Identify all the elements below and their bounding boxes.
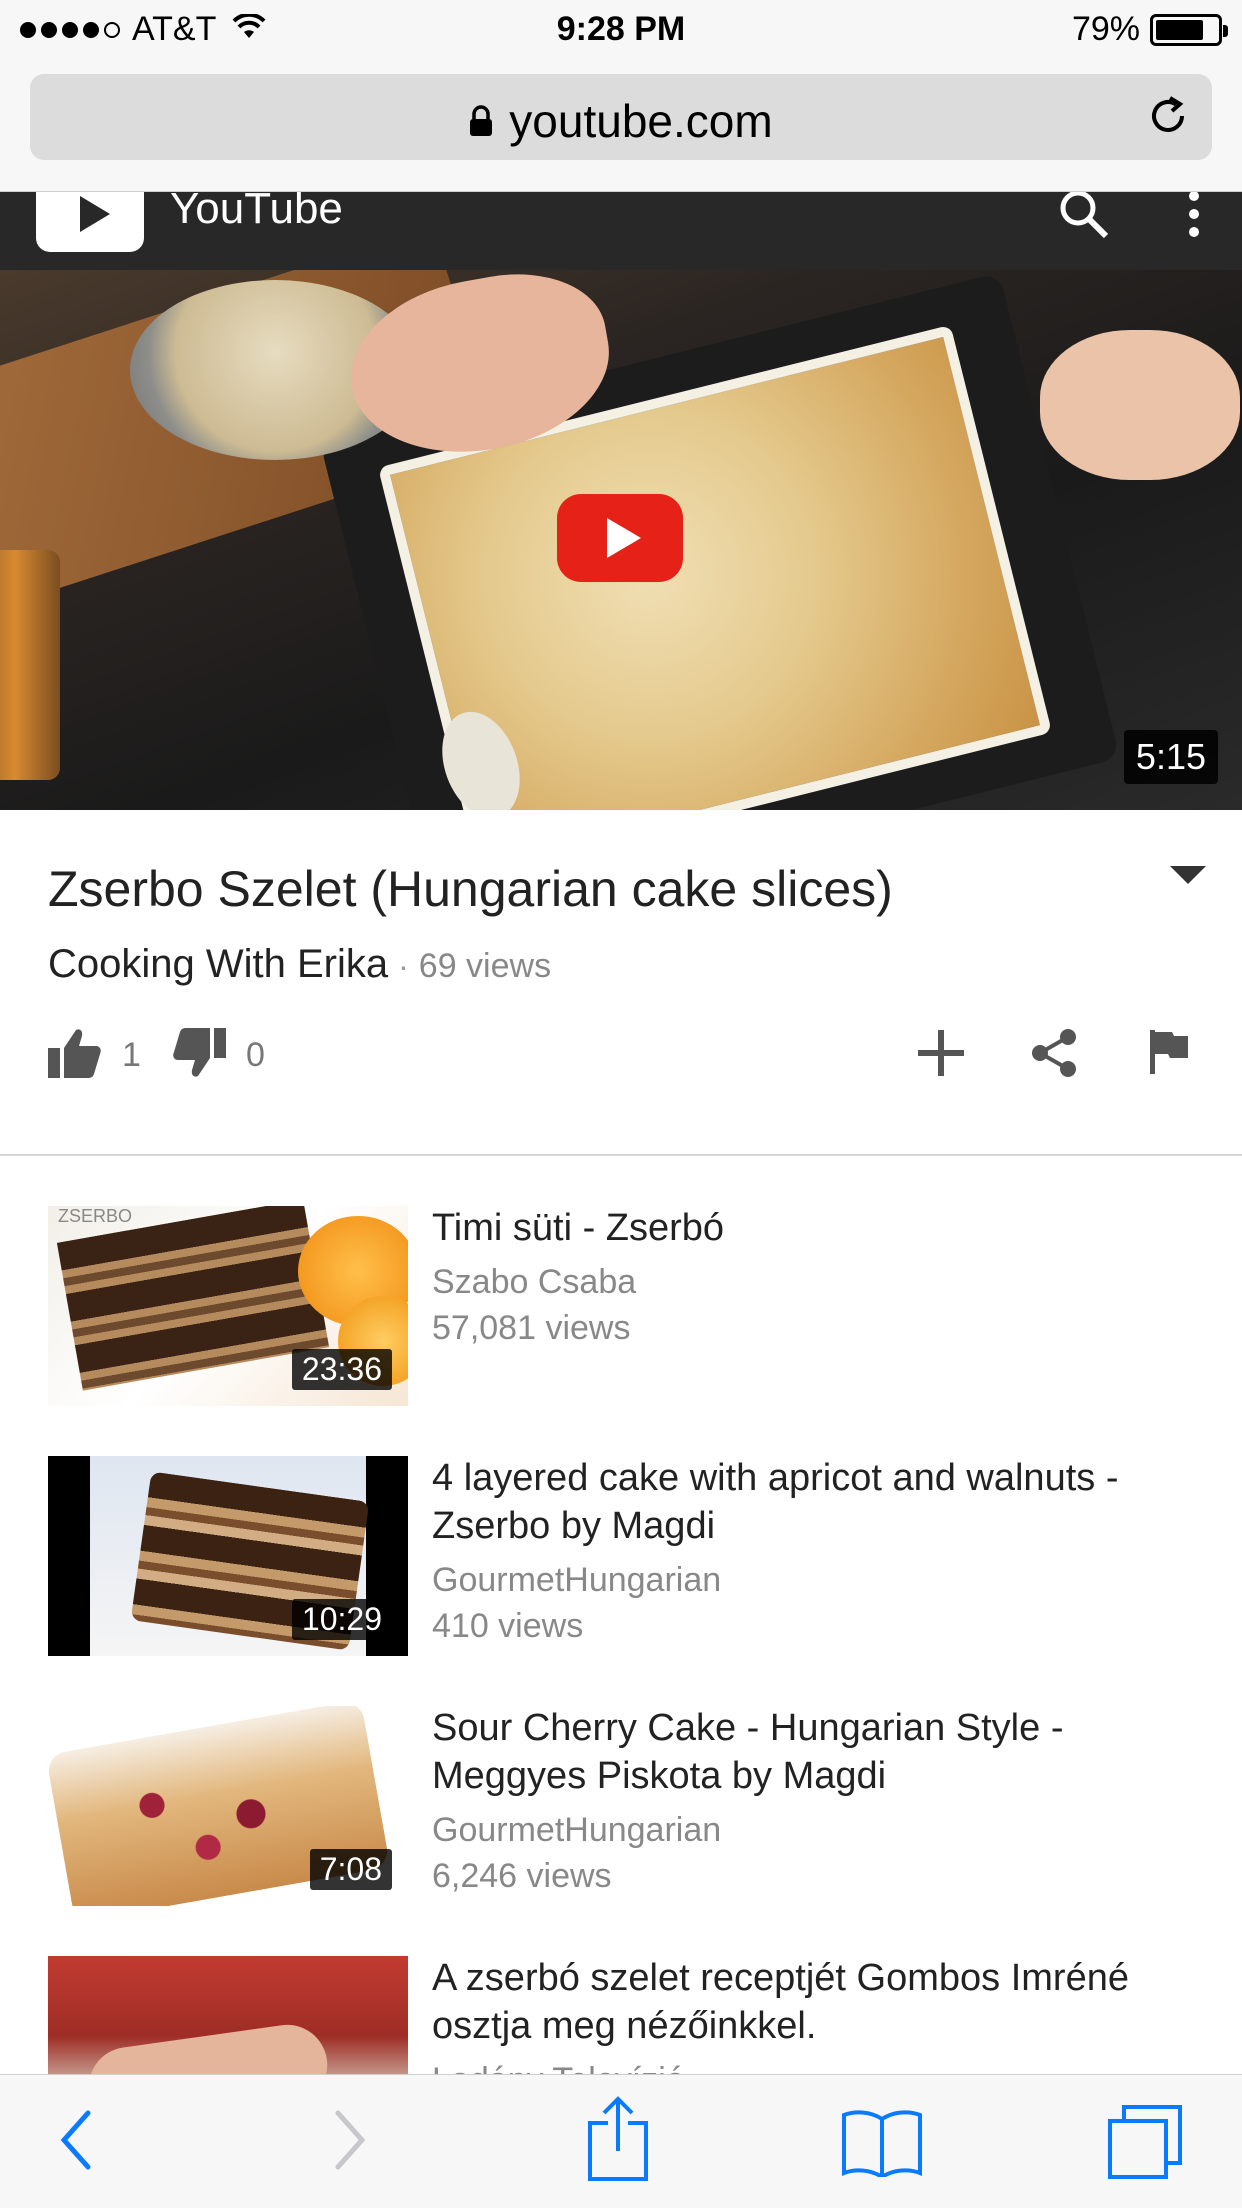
related-video-title[interactable]: 4 layered cake with apricot and walnuts … [432, 1454, 1172, 1550]
video-title[interactable]: Zserbo Szelet (Hungarian cake slices) [48, 860, 1148, 918]
thumbnail-duration: 23:36 [291, 1349, 392, 1390]
youtube-logo-icon[interactable] [36, 192, 144, 252]
like-button[interactable]: 1 [48, 1028, 141, 1083]
search-icon[interactable] [1056, 192, 1112, 247]
back-icon[interactable] [56, 2105, 96, 2180]
view-count: 69 views [418, 947, 552, 985]
add-to-playlist-icon[interactable] [916, 1028, 966, 1083]
url-display[interactable]: youtube.com [30, 94, 1212, 152]
video-info: Zserbo Szelet (Hungarian cake slices) Co… [0, 810, 1242, 1156]
related-video-channel: Szabo Csaba [432, 1263, 637, 1301]
share-sheet-icon[interactable] [586, 2095, 650, 2186]
status-right: 79% [1071, 10, 1228, 49]
separator: · [398, 948, 409, 984]
report-flag-icon[interactable] [1148, 1028, 1190, 1083]
more-options-icon[interactable] [1186, 192, 1202, 253]
channel-name[interactable]: Cooking With Erika [48, 942, 388, 986]
video-frame-jar [0, 550, 60, 780]
thumbnail-duration: 7:08 [309, 1849, 392, 1890]
reload-icon[interactable] [1146, 94, 1190, 143]
related-video-title[interactable]: A zserbó szelet receptjét Gombos Imréné … [432, 1954, 1172, 2050]
battery-level-fill [1156, 19, 1204, 40]
battery-percent: 79% [1071, 10, 1140, 48]
video-player[interactable]: 5:15 [0, 270, 1242, 810]
address-bar[interactable]: youtube.com [30, 74, 1212, 160]
video-frame-hand-right [1040, 330, 1240, 480]
youtube-header: YouTube [0, 192, 1242, 270]
video-thumbnail[interactable]: 7:08 [48, 1706, 408, 1906]
thumbs-down-icon [172, 1028, 226, 1083]
thumbs-up-icon [48, 1028, 102, 1083]
list-item[interactable]: 7:08 Sour Cherry Cake - Hungarian Style … [0, 1656, 1242, 1906]
thumbnail-label: ZSERBO [58, 1206, 133, 1226]
video-actions: 1 0 [48, 1028, 1198, 1088]
related-video-views: 57,081 views [432, 1309, 631, 1347]
tabs-icon[interactable] [1106, 2103, 1184, 2186]
related-video-views: 410 views [432, 1607, 584, 1645]
list-item[interactable]: 10:29 4 layered cake with apricot and wa… [0, 1406, 1242, 1656]
thumbnail-duration: 10:29 [291, 1599, 392, 1640]
bookmarks-icon[interactable] [842, 2107, 922, 2182]
forward-icon[interactable] [330, 2105, 370, 2180]
related-video-views: 6,246 views [432, 1857, 612, 1895]
status-time: 9:28 PM [556, 10, 686, 48]
expand-description-icon[interactable] [1170, 866, 1206, 884]
battery-icon [1150, 13, 1228, 46]
related-video-channel: GourmetHungarian [432, 1811, 722, 1849]
channel-line: Cooking With Erika · 69 views [48, 942, 551, 987]
youtube-title[interactable]: YouTube [170, 192, 343, 234]
video-thumbnail[interactable]: ZSERBO 23:36 [48, 1206, 408, 1406]
share-icon[interactable] [1030, 1028, 1078, 1083]
video-thumbnail[interactable]: 10:29 [48, 1456, 408, 1656]
browser-chrome: youtube.com [0, 62, 1242, 192]
related-video-channel: GourmetHungarian [432, 1561, 722, 1599]
video-duration: 5:15 [1123, 730, 1218, 784]
play-button-icon[interactable] [557, 494, 683, 582]
browser-toolbar [0, 2074, 1242, 2208]
status-bar: AT&T 9:28 PM 79% [0, 0, 1242, 62]
related-video-title[interactable]: Timi süti - Zserbó [432, 1204, 1172, 1252]
related-video-title[interactable]: Sour Cherry Cake - Hungarian Style - Meg… [432, 1704, 1172, 1800]
dislike-count: 0 [246, 1036, 265, 1074]
dislike-button[interactable]: 0 [172, 1028, 265, 1083]
url-text: youtube.com [509, 95, 773, 147]
list-item[interactable]: ZSERBO 23:36 Timi süti - Zserbó Szabo Cs… [0, 1156, 1242, 1406]
like-count: 1 [122, 1036, 141, 1074]
lock-icon [469, 94, 493, 148]
